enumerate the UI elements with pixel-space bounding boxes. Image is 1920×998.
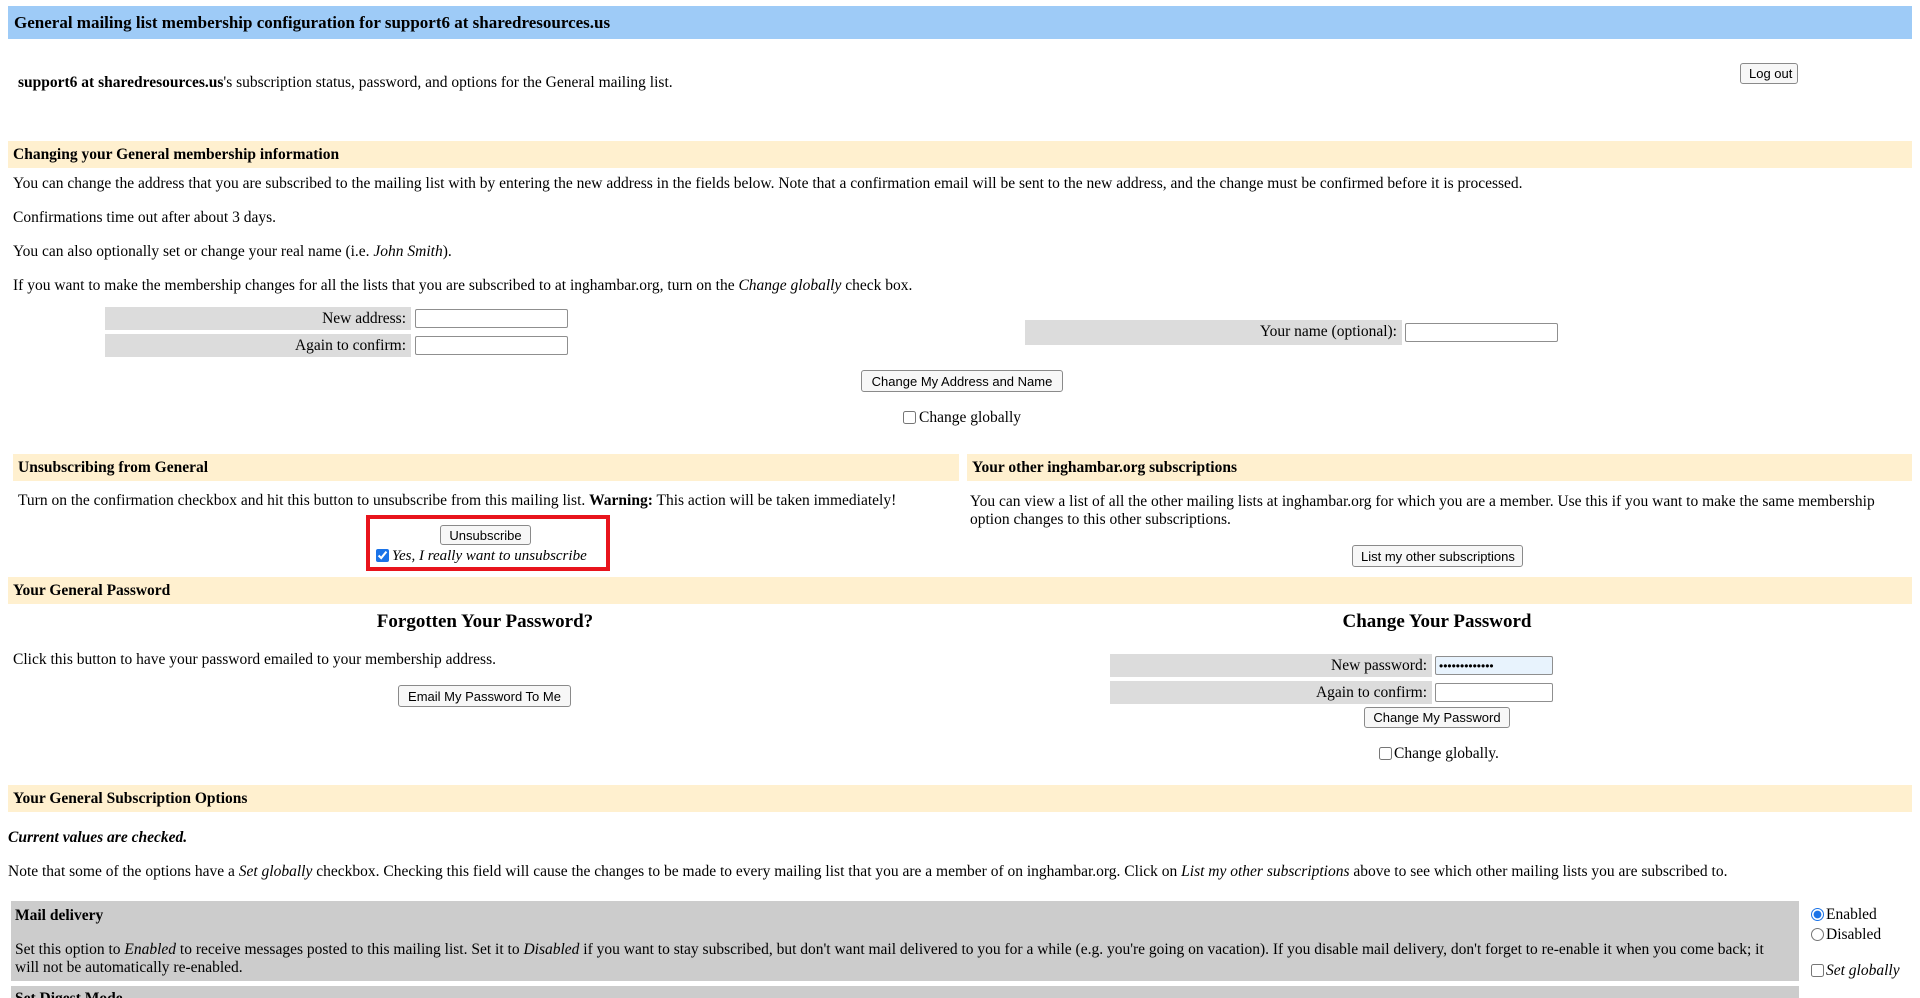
email-password-button[interactable]: Email My Password To Me [398,685,571,707]
new-password-label-cell: New password: [1110,654,1432,677]
other-subs-section-bar: Your other inghambar.org subscriptions [967,454,1912,481]
again-password-label-cell: Again to confirm: [1110,681,1432,704]
unsubscribe-text-b: This action will be taken immediately! [652,492,897,509]
options-section-title: Your General Subscription Options [13,790,248,807]
list-other-subscriptions-button[interactable]: List my other subscriptions [1352,545,1523,567]
intro-line: support6 at sharedresources.us's subscri… [18,74,673,92]
note-list-subs-em: List my other subscriptions [1181,863,1350,880]
logout-button[interactable]: Log out [1740,63,1798,84]
your-name-label: Your name (optional): [1259,323,1397,340]
options-section-bar: Your General Subscription Options [8,785,1912,812]
current-values-note: Current values are checked. [8,829,188,846]
mail-desc-enabled-em: Enabled [124,941,177,958]
membership-paragraph-4: If you want to make the membership chang… [13,277,912,295]
again-password-input[interactable] [1435,683,1553,702]
again-confirm-label-cell: Again to confirm: [105,334,411,357]
unsubscribe-section-bar: Unsubscribing from General [13,454,959,481]
change-address-name-button[interactable]: Change My Address and Name [861,370,1063,392]
intro-user: support6 at sharedresources.us [18,74,224,91]
change-globally-label: Change globally [919,409,1022,426]
password-change-globally-checkbox[interactable] [1379,747,1392,760]
mail-delivery-disabled-radio[interactable] [1811,928,1824,941]
mail-delivery-enabled-radio[interactable] [1811,908,1824,921]
mail-delivery-description: Set this option to Enabled to receive me… [15,941,1790,977]
membership-section-bar: Changing your General membership informa… [8,141,1912,168]
page-title: General mailing list membership configur… [14,13,611,32]
membership-paragraph-1: You can change the address that you are … [13,175,1523,192]
password-section-title: Your General Password [13,582,171,599]
change-globally-checkbox[interactable] [903,411,916,424]
mail-delivery-title: Mail delivery [15,907,104,924]
p4-text-b: check box. [841,277,913,294]
p4-change-globally-em: Change globally [738,277,842,294]
your-name-label-cell: Your name (optional): [1025,320,1402,345]
other-subs-section-title: Your other inghambar.org subscriptions [972,459,1237,476]
mail-delivery-set-globally-label: Set globally [1826,962,1900,979]
mail-desc-disabled-em: Disabled [523,941,580,958]
new-address-label: New address: [322,310,406,327]
again-confirm-label: Again to confirm: [294,337,406,354]
note-text-b: checkbox. Checking this field will cause… [312,863,1182,880]
intro-text: 's subscription status, password, and op… [223,74,673,91]
p3-text-b: ). [442,243,452,260]
membership-paragraph-3: You can also optionally set or change yo… [13,243,452,261]
p4-text-a: If you want to make the membership chang… [13,277,739,294]
options-note: Note that some of the options have a Set… [8,863,1727,881]
note-set-globally-em: Set globally [238,863,313,880]
mail-delivery-disabled-label: Disabled [1826,926,1882,943]
unsubscribe-text: Turn on the confirmation checkbox and hi… [18,492,896,510]
p3-example-name: John Smith [373,243,443,260]
highlight-box [366,515,610,571]
mail-delivery-set-globally-checkbox[interactable] [1811,964,1824,977]
digest-mode-cell: Set Digest Mode [11,986,1799,998]
unsubscribe-warning: Warning: [589,492,653,509]
p3-text-a: You can also optionally set or change yo… [13,243,374,260]
new-address-label-cell: New address: [105,307,411,330]
mail-desc-b: to receive messages posted to this maili… [176,941,524,958]
unsubscribe-text-a: Turn on the confirmation checkbox and hi… [18,492,590,509]
page-header-bar: General mailing list membership configur… [8,6,1912,39]
other-subs-text: You can view a list of all the other mai… [970,493,1875,528]
again-confirm-input[interactable] [415,336,568,355]
password-section-bar: Your General Password [8,577,1912,604]
note-text-c: above to see which other mailing lists y… [1349,863,1728,880]
membership-paragraph-2: Confirmations time out after about 3 day… [13,209,277,226]
forgot-password-heading: Forgotten Your Password? [376,611,594,632]
digest-mode-title: Set Digest Mode [15,990,123,998]
password-change-globally-label: Change globally. [1394,745,1499,762]
new-password-label: New password: [1331,657,1427,674]
mail-desc-a: Set this option to [15,941,125,958]
new-password-input[interactable] [1435,656,1553,675]
membership-section-title: Changing your General membership informa… [13,146,340,163]
again-password-label: Again to confirm: [1315,684,1427,701]
your-name-input[interactable] [1405,323,1558,342]
unsubscribe-section-title: Unsubscribing from General [18,459,209,476]
change-password-button[interactable]: Change My Password [1364,707,1510,728]
new-address-input[interactable] [415,309,568,328]
digest-mode-options-cell [1803,986,1912,998]
note-text-a: Note that some of the options have a [8,863,239,880]
mail-delivery-enabled-label: Enabled [1826,906,1877,923]
forgot-password-text: Click this button to have your password … [13,651,496,668]
change-password-heading: Change Your Password [1342,611,1532,632]
